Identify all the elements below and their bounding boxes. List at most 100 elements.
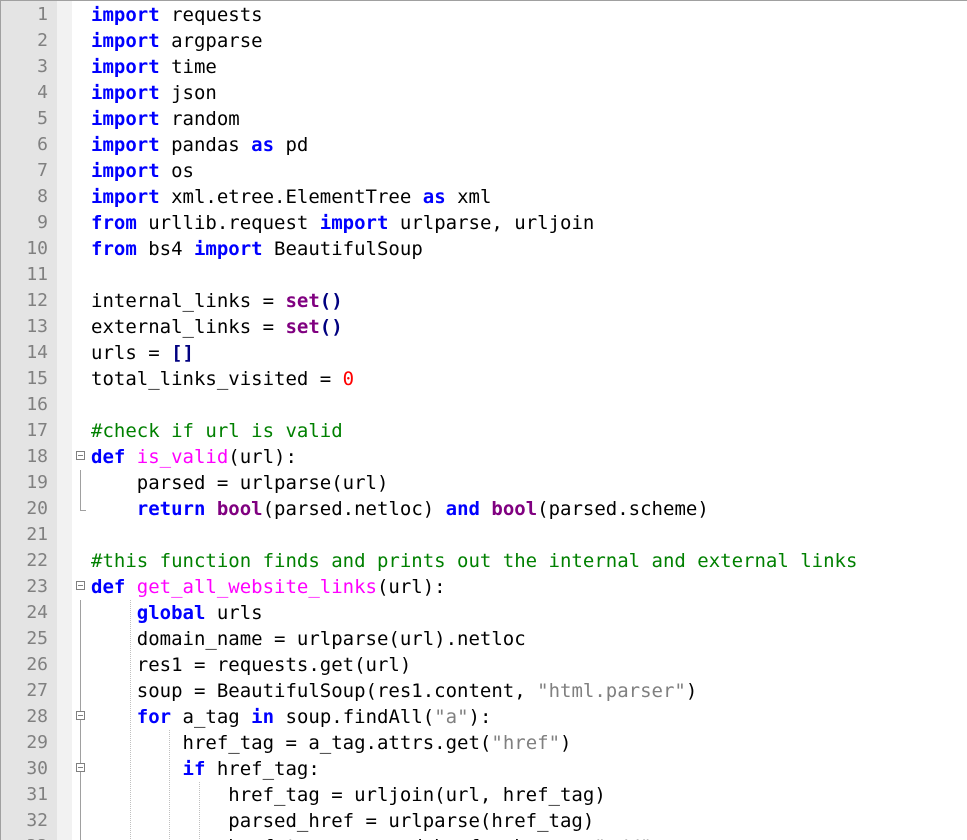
code-line[interactable]: 29 href_tag = a_tag.attrs.get("href"): [1, 730, 967, 756]
code-text: for a_tag in soup.findAll("a"):: [91, 704, 492, 730]
code-line[interactable]: 1 import requests: [1, 2, 967, 28]
code-token: (parsed.scheme): [537, 498, 709, 520]
line-number: 27: [26, 680, 48, 701]
line-number: 2: [37, 30, 48, 51]
code-line[interactable]: 27 soup = BeautifulSoup(res1.content, "h…: [1, 678, 967, 704]
code-line[interactable]: 2 import argparse: [1, 28, 967, 54]
code-token: external_links =: [91, 316, 286, 338]
code-line[interactable]: 13 external_links = set(): [1, 314, 967, 340]
code-token: def: [91, 576, 137, 598]
code-token: BeautifulSoup: [274, 238, 423, 260]
code-text: from bs4 import BeautifulSoup: [91, 236, 423, 262]
code-token: total_links_visited =: [91, 368, 343, 390]
code-text: import argparse: [91, 28, 263, 54]
code-token: 0: [342, 368, 355, 390]
line-number: 20: [26, 498, 48, 519]
code-text: #this function finds and prints out the …: [91, 548, 857, 574]
line-number: 28: [26, 706, 48, 727]
code-token: ): [685, 680, 698, 702]
code-token: import: [319, 212, 400, 234]
code-line[interactable]: 17 #check if url is valid: [1, 418, 967, 444]
code-line[interactable]: 31 href_tag = urljoin(url, href_tag): [1, 782, 967, 808]
code-text: import os: [91, 158, 194, 184]
code-token: argparse: [171, 30, 263, 52]
code-line[interactable]: 33 href_tag = parsed_href.scheme + "://": [1, 834, 967, 840]
code-line[interactable]: 11: [1, 262, 967, 288]
code-text: soup = BeautifulSoup(res1.content, "html…: [91, 678, 698, 704]
code-token: href_tag = urljoin(url, href_tag): [91, 784, 606, 806]
code-line[interactable]: 8 import xml.etree.ElementTree as xml: [1, 184, 967, 210]
code-line[interactable]: 6 import pandas as pd: [1, 132, 967, 158]
fold-toggle-icon[interactable]: [76, 581, 85, 590]
code-token: bool: [491, 498, 538, 520]
line-number: 16: [26, 394, 48, 415]
line-number: 26: [26, 654, 48, 675]
code-text: import time: [91, 54, 217, 80]
line-number: 3: [37, 56, 48, 77]
code-line[interactable]: 7 import os: [1, 158, 967, 184]
code-token: href_tag = parsed_href.scheme +: [91, 836, 594, 840]
code-line[interactable]: 12 internal_links = set(): [1, 288, 967, 314]
line-number: 10: [26, 238, 48, 259]
line-number: 1: [37, 4, 48, 25]
code-line[interactable]: 26 res1 = requests.get(url): [1, 652, 967, 678]
code-token: parsed_href = urlparse(href_tag): [91, 810, 595, 832]
fold-toggle-icon[interactable]: [76, 711, 85, 720]
code-text: global urls: [91, 600, 263, 626]
code-token: urls: [216, 602, 263, 624]
code-text: urls = []: [91, 340, 194, 366]
line-number: 25: [26, 628, 48, 649]
code-line[interactable]: 9 from urllib.request import urlparse, ur…: [1, 210, 967, 236]
code-token: import: [91, 134, 172, 156]
code-line[interactable]: 25 domain_name = urlparse(url).netloc: [1, 626, 967, 652]
code-token: soup = BeautifulSoup(res1.content,: [91, 680, 538, 702]
code-line[interactable]: 22 #this function finds and prints out th…: [1, 548, 967, 574]
code-line[interactable]: 15 total_links_visited = 0: [1, 366, 967, 392]
code-token: from: [91, 212, 149, 234]
code-token: import: [91, 108, 172, 130]
code-token: soup.findAll(: [285, 706, 435, 728]
fold-toggle-icon[interactable]: [76, 451, 85, 460]
line-number: 23: [26, 576, 48, 597]
code-text: import requests: [91, 2, 263, 28]
code-token: (url):: [228, 446, 297, 468]
line-number: 6: [37, 134, 48, 155]
line-number: 12: [26, 290, 48, 311]
code-line[interactable]: 4 import json: [1, 80, 967, 106]
code-token: import: [91, 160, 172, 182]
code-token: href_tag = a_tag.attrs.get(: [91, 732, 492, 754]
code-line[interactable]: 3 import time: [1, 54, 967, 80]
code-line[interactable]: 30 if href_tag:: [1, 756, 967, 782]
code-line[interactable]: 14 urls = []: [1, 340, 967, 366]
code-line[interactable]: 24 global urls: [1, 600, 967, 626]
code-token: "href": [491, 732, 561, 754]
code-token: is_valid: [136, 446, 229, 468]
code-token: def: [91, 446, 137, 468]
code-line[interactable]: 18 def is_valid(url):: [1, 444, 967, 470]
code-token: urls =: [91, 342, 172, 364]
code-editor[interactable]: 1 import requests 2 import argparse 3 import …: [0, 0, 967, 840]
code-token: import: [91, 56, 172, 78]
code-line[interactable]: 23 def get_all_website_links(url):: [1, 574, 967, 600]
code-token: pd: [285, 134, 309, 156]
code-text: import pandas as pd: [91, 132, 308, 158]
code-line[interactable]: 16: [1, 392, 967, 418]
line-number: 31: [26, 784, 48, 805]
code-text: href_tag = urljoin(url, href_tag): [91, 782, 606, 808]
code-line[interactable]: 5 import random: [1, 106, 967, 132]
code-line[interactable]: 32 parsed_href = urlparse(href_tag): [1, 808, 967, 834]
code-token: "://": [594, 836, 651, 840]
code-line[interactable]: 19 parsed = urlparse(url): [1, 470, 967, 496]
fold-toggle-icon[interactable]: [76, 763, 85, 772]
code-line[interactable]: 21: [1, 522, 967, 548]
code-line[interactable]: 10 from bs4 import BeautifulSoup: [1, 236, 967, 262]
code-line[interactable]: 20 return bool(parsed.netloc) and bool(p…: [1, 496, 967, 522]
code-text: import json: [91, 80, 217, 106]
code-line[interactable]: 28 for a_tag in soup.findAll("a"):: [1, 704, 967, 730]
line-number: 32: [26, 810, 48, 831]
code-token: parsed = urlparse(url): [91, 472, 389, 494]
